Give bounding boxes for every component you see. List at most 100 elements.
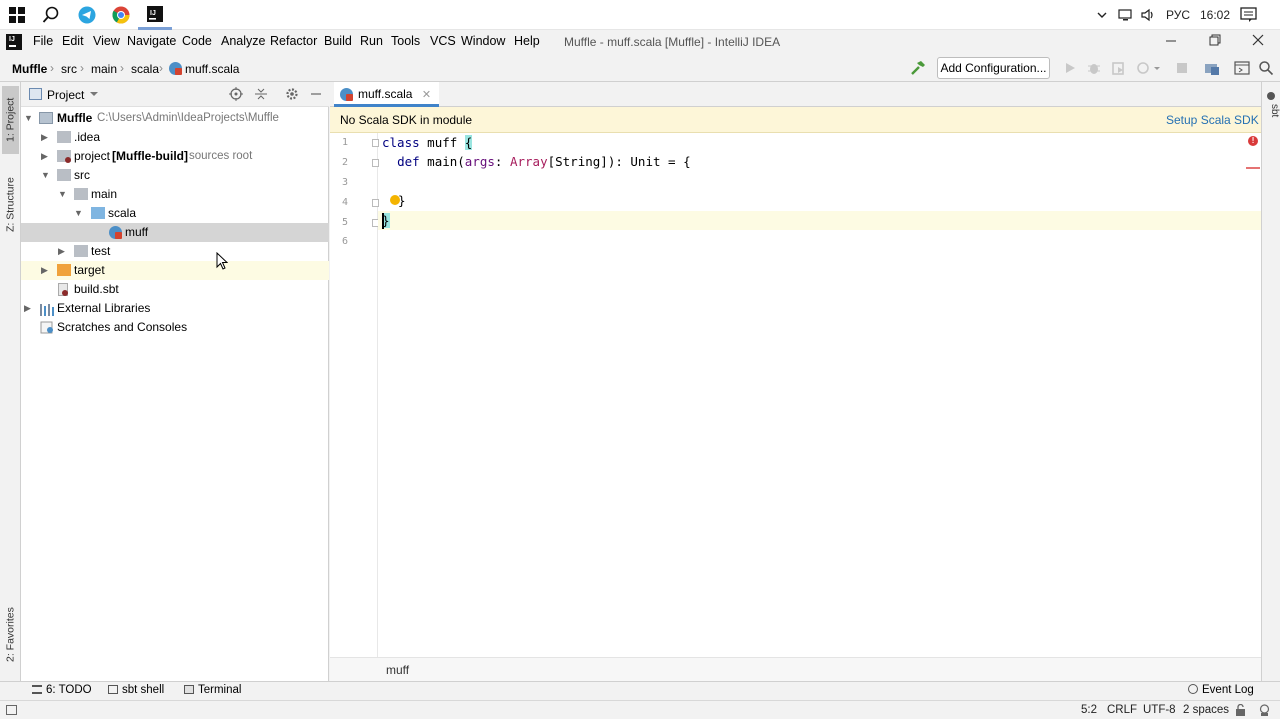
crumb-muffle[interactable]: Muffle [12, 62, 47, 76]
indent-setting[interactable]: 2 spaces [1183, 704, 1229, 716]
collapsed-arrow-icon[interactable]: ▶ [41, 128, 51, 147]
menu-run[interactable]: Run [360, 34, 383, 48]
coverage-icon[interactable] [1110, 60, 1126, 76]
menu-file[interactable]: File [33, 34, 53, 48]
run-icon[interactable] [1062, 60, 1078, 76]
menu-analyze[interactable]: Analyze [221, 34, 265, 48]
folder-icon [57, 169, 71, 181]
collapsed-arrow-icon[interactable]: ▶ [58, 242, 68, 261]
minimize-button[interactable] [1161, 33, 1181, 51]
add-configuration-button[interactable]: Add Configuration... [937, 57, 1050, 79]
lock-icon[interactable] [1235, 703, 1246, 719]
tree-node-main[interactable]: ▼ main [21, 185, 329, 204]
editor-gutter: 1 2 3 4 5 6 [330, 133, 379, 657]
chevron-down-icon[interactable] [89, 88, 99, 103]
profile-icon[interactable] [1136, 60, 1152, 76]
breadcrumb-muff[interactable]: muff [386, 663, 409, 677]
menu-code[interactable]: Code [182, 34, 212, 48]
menu-tools[interactable]: Tools [391, 34, 420, 48]
tree-node-external-libraries[interactable]: ▶ External Libraries [21, 299, 329, 318]
expanded-arrow-icon[interactable]: ▼ [24, 109, 34, 128]
search-everywhere-icon[interactable] [1258, 60, 1274, 76]
tree-node-scala[interactable]: ▼ scala [21, 204, 329, 223]
crumb-main[interactable]: main [91, 62, 117, 76]
windows-start-icon[interactable] [0, 0, 34, 30]
tree-node-muffle[interactable]: ▼ Muffle C:\Users\Admin\IdeaProjects\Muf… [21, 109, 329, 128]
close-tab-icon[interactable]: ✕ [422, 89, 431, 101]
volume-icon[interactable] [1140, 0, 1156, 30]
menu-build[interactable]: Build [324, 34, 352, 48]
tree-node-test[interactable]: ▶ test [21, 242, 329, 261]
clock[interactable]: 16:02 [1200, 0, 1230, 30]
crumb-scala[interactable]: scala [131, 62, 159, 76]
tree-node-muff[interactable]: muff [21, 223, 329, 242]
tray-chevron-icon[interactable] [1096, 0, 1108, 30]
tab-project-tool[interactable]: 1: Project [2, 86, 19, 154]
notifications-icon[interactable] [1240, 0, 1258, 30]
tab-event-log[interactable]: Event Log [1188, 684, 1254, 696]
structure-tab-label: Z: Structure [4, 177, 17, 233]
chevron-down-icon[interactable] [1152, 60, 1162, 76]
collapsed-arrow-icon[interactable]: ▶ [41, 147, 51, 166]
telegram-icon[interactable] [70, 0, 104, 30]
tree-node-project[interactable]: ▶ project [Muffle-build] sources root [21, 147, 329, 166]
line-number: 2 [341, 157, 348, 168]
tree-node-src[interactable]: ▼ src [21, 166, 329, 185]
menu-help[interactable]: Help [514, 34, 540, 48]
expanded-arrow-icon[interactable]: ▼ [74, 204, 84, 223]
sbt-badge-icon [65, 157, 71, 163]
collapse-all-icon[interactable] [254, 87, 268, 104]
sdk-window-icon[interactable] [1234, 60, 1250, 76]
close-button[interactable] [1248, 33, 1268, 51]
tab-favorites-tool[interactable]: 2: Favorites [2, 596, 19, 674]
tree-node-scratches[interactable]: Scratches and Consoles [21, 318, 329, 337]
tab-sbt-tool[interactable]: sbt [1263, 104, 1280, 124]
gear-icon[interactable] [285, 87, 299, 104]
debug-icon[interactable] [1086, 60, 1102, 76]
terminal-label: Terminal [198, 684, 242, 696]
tab-sbt-shell[interactable]: sbt shell [108, 684, 164, 696]
menu-vcs[interactable]: VCS [430, 34, 456, 48]
crumb-muff-scala[interactable]: muff.scala [185, 62, 239, 76]
toggle-tool-windows-icon[interactable] [6, 705, 17, 715]
code-token: } [398, 193, 406, 208]
menu-view[interactable]: View [93, 34, 120, 48]
line-separator[interactable]: CRLF [1107, 704, 1137, 716]
hide-panel-icon[interactable] [309, 87, 323, 104]
restore-button[interactable] [1205, 33, 1225, 51]
search-icon[interactable] [34, 0, 68, 30]
project-structure-icon[interactable] [1204, 60, 1220, 76]
inspector-icon[interactable] [1258, 704, 1271, 719]
menu-window[interactable]: Window [461, 34, 505, 48]
menu-edit[interactable]: Edit [62, 34, 84, 48]
menu-navigate[interactable]: Navigate [127, 34, 176, 48]
menu-refactor[interactable]: Refactor [270, 34, 317, 48]
error-indicator-icon[interactable]: ! [1248, 136, 1258, 146]
tab-structure-tool[interactable]: Z: Structure [2, 168, 19, 242]
build-hammer-icon[interactable] [910, 60, 926, 76]
file-encoding[interactable]: UTF-8 [1143, 704, 1176, 716]
locate-target-icon[interactable] [229, 87, 243, 104]
editor-tab-muff-scala[interactable]: muff.scala ✕ [334, 82, 440, 107]
tree-node-idea[interactable]: ▶ .idea [21, 128, 329, 147]
collapsed-arrow-icon[interactable]: ▶ [24, 299, 34, 318]
expanded-arrow-icon[interactable]: ▼ [41, 166, 51, 185]
language-indicator[interactable]: РУС [1166, 0, 1190, 30]
folder-icon [74, 245, 88, 257]
error-stripe-mark[interactable] [1246, 167, 1260, 169]
setup-scala-sdk-link[interactable]: Setup Scala SDK [1166, 113, 1259, 127]
tab-todo[interactable]: 6: TODO [32, 684, 92, 696]
crumb-src[interactable]: src [61, 62, 77, 76]
tab-terminal[interactable]: Terminal [184, 684, 241, 696]
caret-position[interactable]: 5:2 [1081, 704, 1097, 716]
collapsed-arrow-icon[interactable]: ▶ [41, 261, 51, 280]
project-view-title[interactable]: Project [47, 88, 84, 102]
stop-icon[interactable] [1174, 60, 1190, 76]
chrome-icon[interactable] [104, 0, 138, 30]
expanded-arrow-icon[interactable]: ▼ [58, 185, 68, 204]
network-icon[interactable] [1118, 0, 1134, 30]
intellij-taskbar-icon[interactable]: IJ [138, 0, 172, 30]
tree-node-target[interactable]: ▶ target [21, 261, 329, 280]
code-editor[interactable]: class muff { def main(args: Array[String… [378, 133, 1261, 657]
tree-node-build-sbt[interactable]: build.sbt [21, 280, 329, 299]
